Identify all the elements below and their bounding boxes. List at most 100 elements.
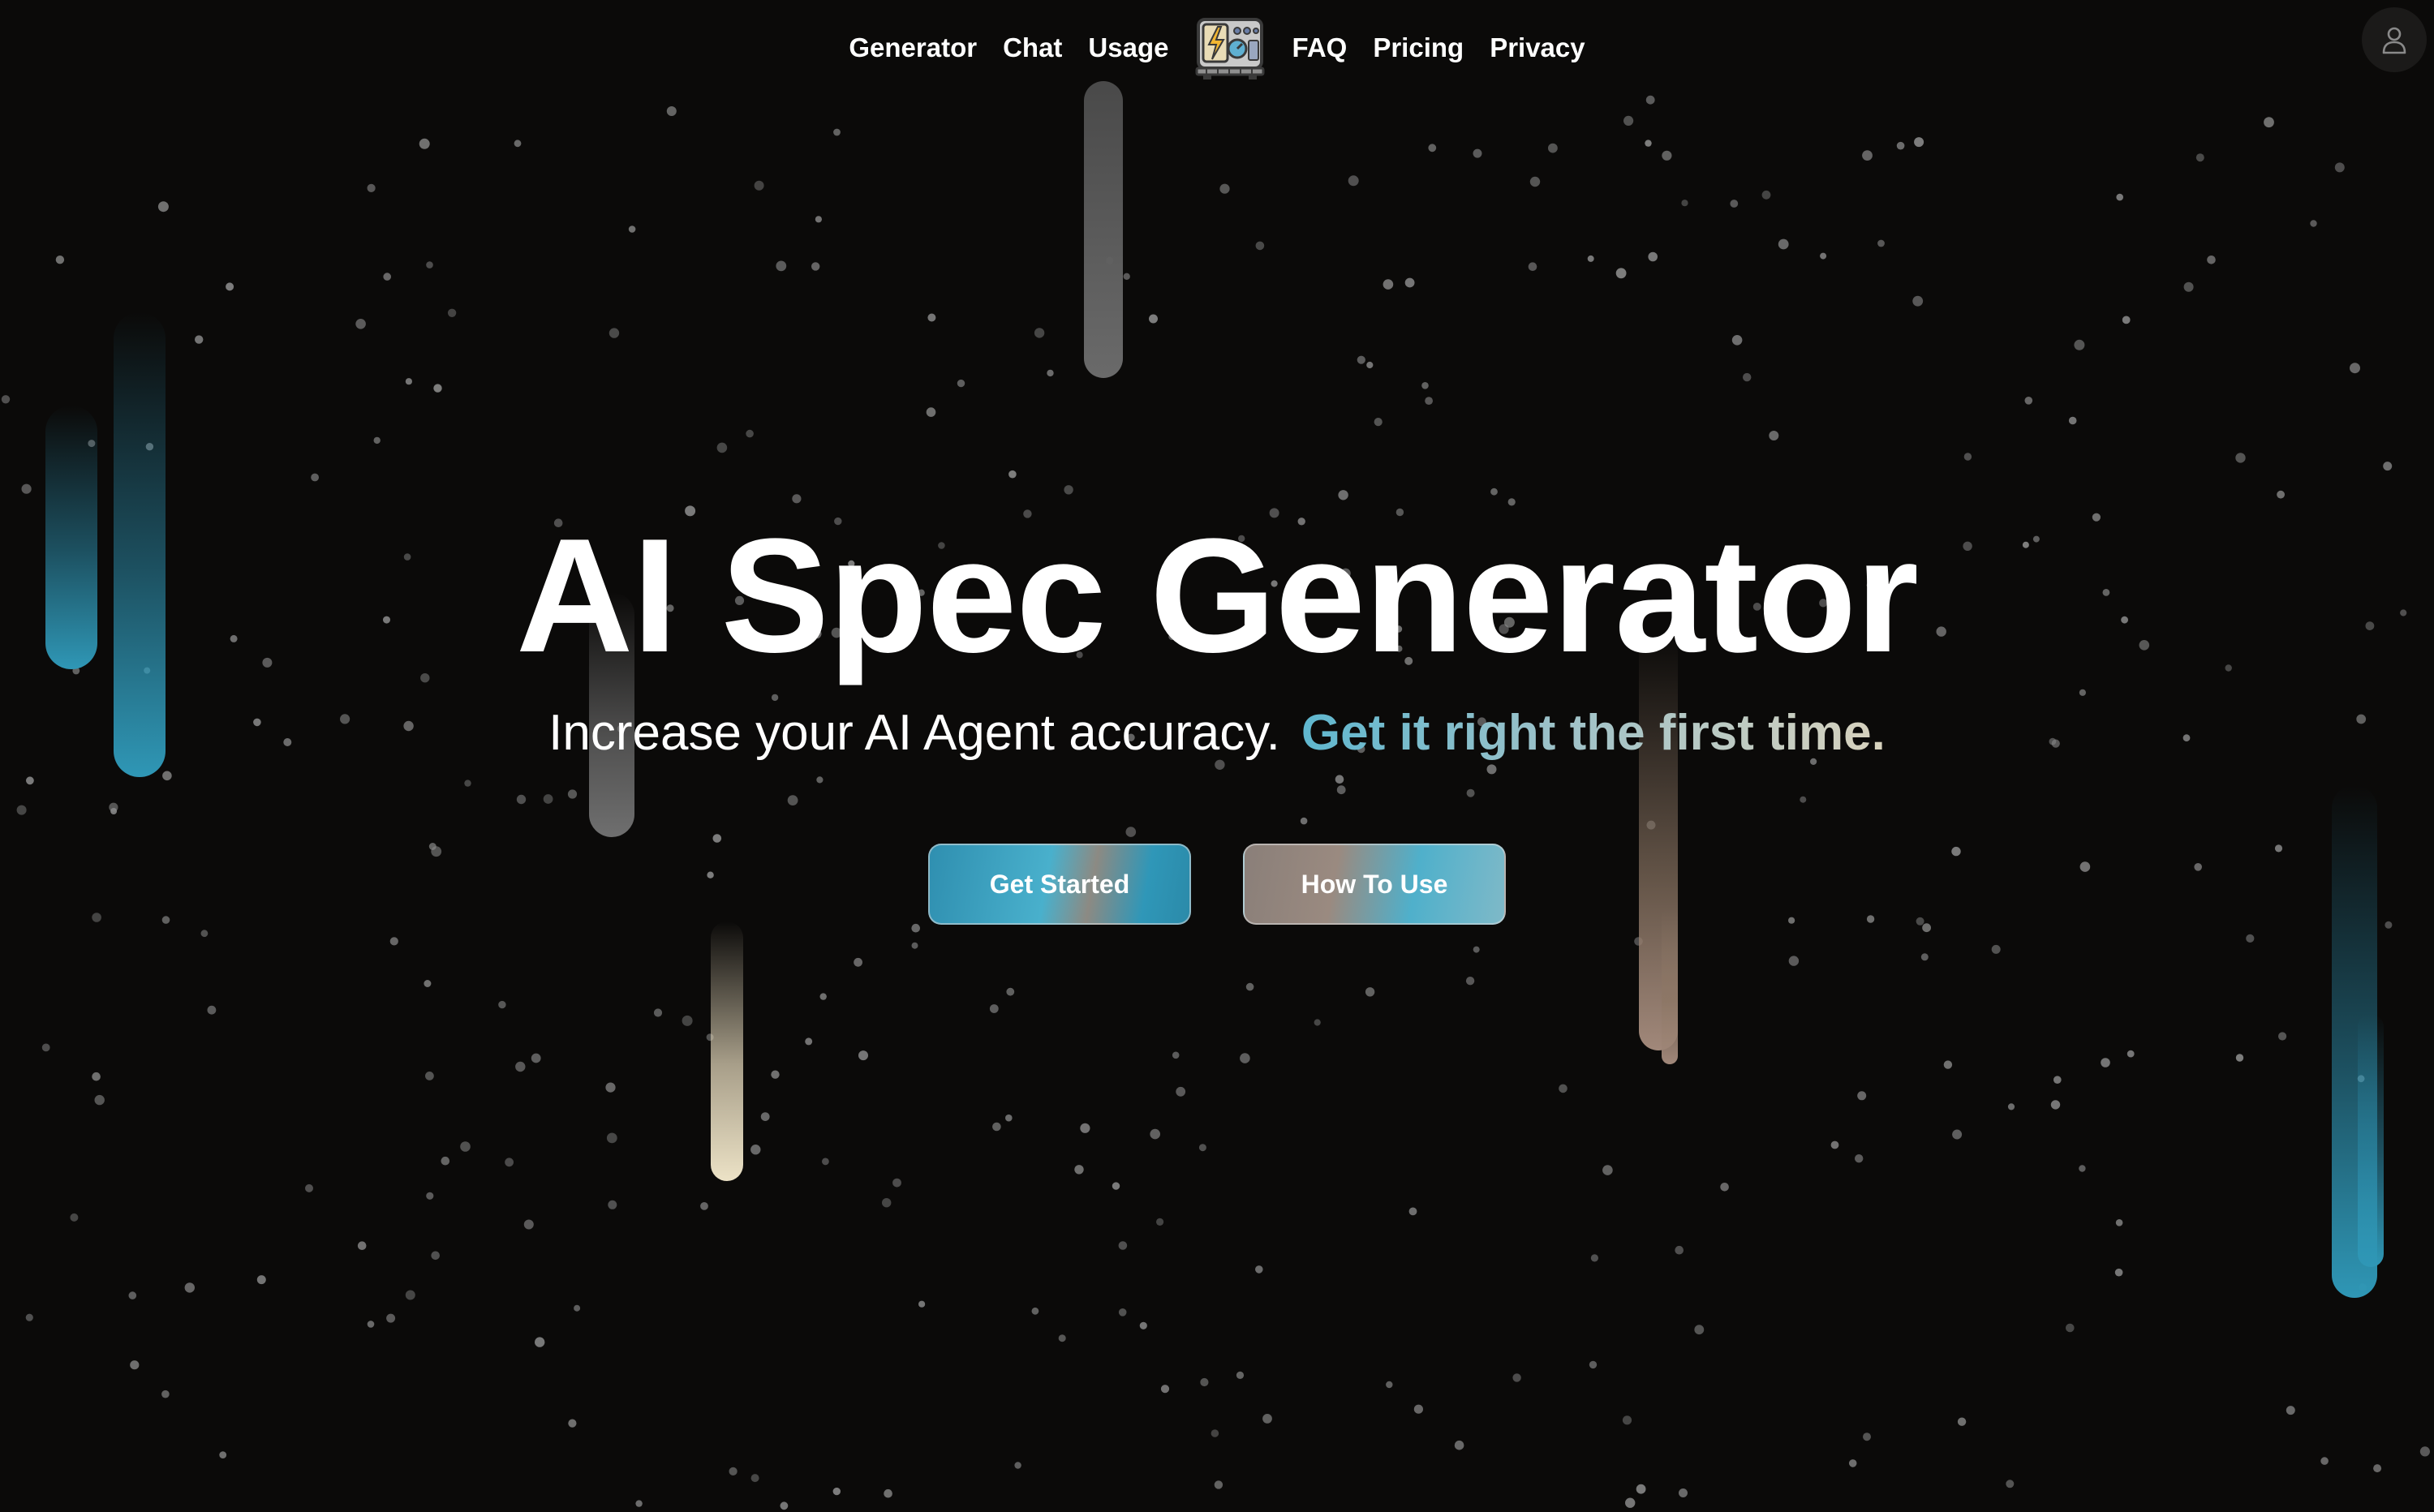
star-dot — [1404, 277, 1415, 288]
star-dot — [2278, 1032, 2287, 1041]
get-started-button[interactable]: Get Started — [928, 844, 1191, 925]
star-dot — [1, 395, 11, 404]
star-dot — [2066, 1323, 2075, 1333]
star-dot — [1357, 355, 1365, 364]
star-dot — [760, 1112, 770, 1121]
star-dot — [207, 1005, 217, 1015]
star-dot — [2277, 490, 2286, 499]
star-dot — [2246, 934, 2255, 943]
generator-machine-icon[interactable] — [1193, 15, 1267, 81]
star-dot — [1991, 944, 2001, 954]
user-icon — [2382, 27, 2406, 54]
star-dot — [130, 1360, 140, 1370]
star-dot — [1348, 175, 1359, 187]
star-dot — [1830, 1140, 1839, 1149]
star-dot — [128, 1291, 137, 1299]
star-dot — [431, 1251, 440, 1261]
star-dot — [2053, 1076, 2062, 1084]
star-dot — [682, 1015, 693, 1026]
star-dot — [822, 1158, 829, 1166]
light-streak — [1084, 81, 1123, 378]
nav-link-privacy[interactable]: Privacy — [1477, 24, 1598, 71]
light-streak — [1662, 908, 1678, 1064]
light-streak — [2358, 1014, 2384, 1267]
hero-section: AI Spec Generator Increase your AI Agent… — [0, 503, 2434, 925]
star-dot — [1636, 1484, 1646, 1494]
star-dot — [1034, 328, 1045, 338]
star-dot — [1031, 1307, 1039, 1315]
star-dot — [523, 1219, 534, 1230]
star-dot — [1074, 1165, 1084, 1175]
star-dot — [927, 313, 936, 322]
star-dot — [441, 1156, 450, 1166]
star-dot — [515, 1061, 526, 1072]
nav-link-chat[interactable]: Chat — [990, 24, 1075, 71]
star-dot — [1149, 314, 1158, 324]
star-dot — [2264, 117, 2274, 128]
star-dot — [1662, 150, 1672, 161]
star-dot — [1675, 1245, 1684, 1255]
star-dot — [1490, 488, 1498, 496]
star-dot — [383, 273, 392, 281]
how-to-use-button[interactable]: How To Use — [1243, 844, 1506, 925]
star-dot — [1730, 200, 1739, 208]
nav-link-pricing[interactable]: Pricing — [1360, 24, 1477, 71]
star-dot — [1648, 251, 1658, 262]
star-dot — [1589, 1360, 1598, 1369]
star-dot — [750, 1145, 761, 1155]
star-dot — [1788, 956, 1800, 966]
star-dot — [1006, 987, 1015, 996]
nav-links: Generator Chat Usage FAQ Pricing Privacy — [0, 15, 2434, 81]
star-dot — [2286, 1406, 2295, 1415]
star-dot — [1219, 183, 1230, 194]
star-dot — [1214, 1480, 1223, 1489]
nav-link-generator[interactable]: Generator — [836, 24, 990, 71]
star-dot — [2310, 220, 2317, 227]
star-dot — [161, 1390, 170, 1398]
account-button[interactable] — [2362, 7, 2427, 72]
star-dot — [460, 1141, 471, 1152]
star-dot — [386, 1313, 396, 1323]
star-dot — [2350, 363, 2360, 374]
hero-subtitle-accent: Get it right the first time. — [1301, 705, 1886, 761]
star-dot — [882, 1198, 892, 1208]
star-dot — [815, 216, 823, 223]
star-dot — [514, 140, 522, 148]
logo-svg — [1195, 18, 1265, 79]
star-dot — [425, 1072, 434, 1080]
star-dot — [750, 1474, 759, 1483]
star-dot — [1731, 335, 1743, 346]
star-dot — [55, 256, 65, 264]
star-dot — [606, 1132, 617, 1144]
nav-link-faq[interactable]: FAQ — [1279, 24, 1360, 71]
star-dot — [357, 1241, 367, 1250]
hero-buttons: Get Started How To Use — [0, 844, 2434, 925]
star-dot — [957, 379, 965, 388]
star-dot — [1112, 1182, 1120, 1190]
star-dot — [792, 494, 802, 504]
nav-link-usage[interactable]: Usage — [1075, 24, 1181, 71]
star-dot — [1236, 1371, 1245, 1379]
star-dot — [1123, 273, 1130, 280]
star-dot — [2079, 1165, 2086, 1172]
star-dot — [992, 1122, 1001, 1132]
star-dot — [608, 328, 620, 338]
star-dot — [226, 282, 234, 291]
star-dot — [305, 1183, 313, 1192]
star-dot — [21, 483, 32, 494]
star-dot — [2235, 453, 2246, 463]
star-dot — [1058, 1334, 1066, 1342]
star-dot — [1156, 1218, 1164, 1226]
star-dot — [819, 993, 827, 1000]
star-dot — [918, 1300, 926, 1308]
hero-subtitle: Increase your AI Agent accuracy. Get it r… — [0, 701, 2434, 766]
star-dot — [426, 1192, 434, 1200]
star-dot — [1769, 431, 1779, 440]
star-dot — [1622, 1415, 1632, 1425]
star-dot — [1952, 1129, 1963, 1140]
star-dot — [405, 378, 412, 385]
star-dot — [1720, 1183, 1729, 1192]
star-dot — [1160, 1385, 1170, 1394]
star-dot — [754, 180, 764, 191]
star-dot — [195, 335, 204, 344]
